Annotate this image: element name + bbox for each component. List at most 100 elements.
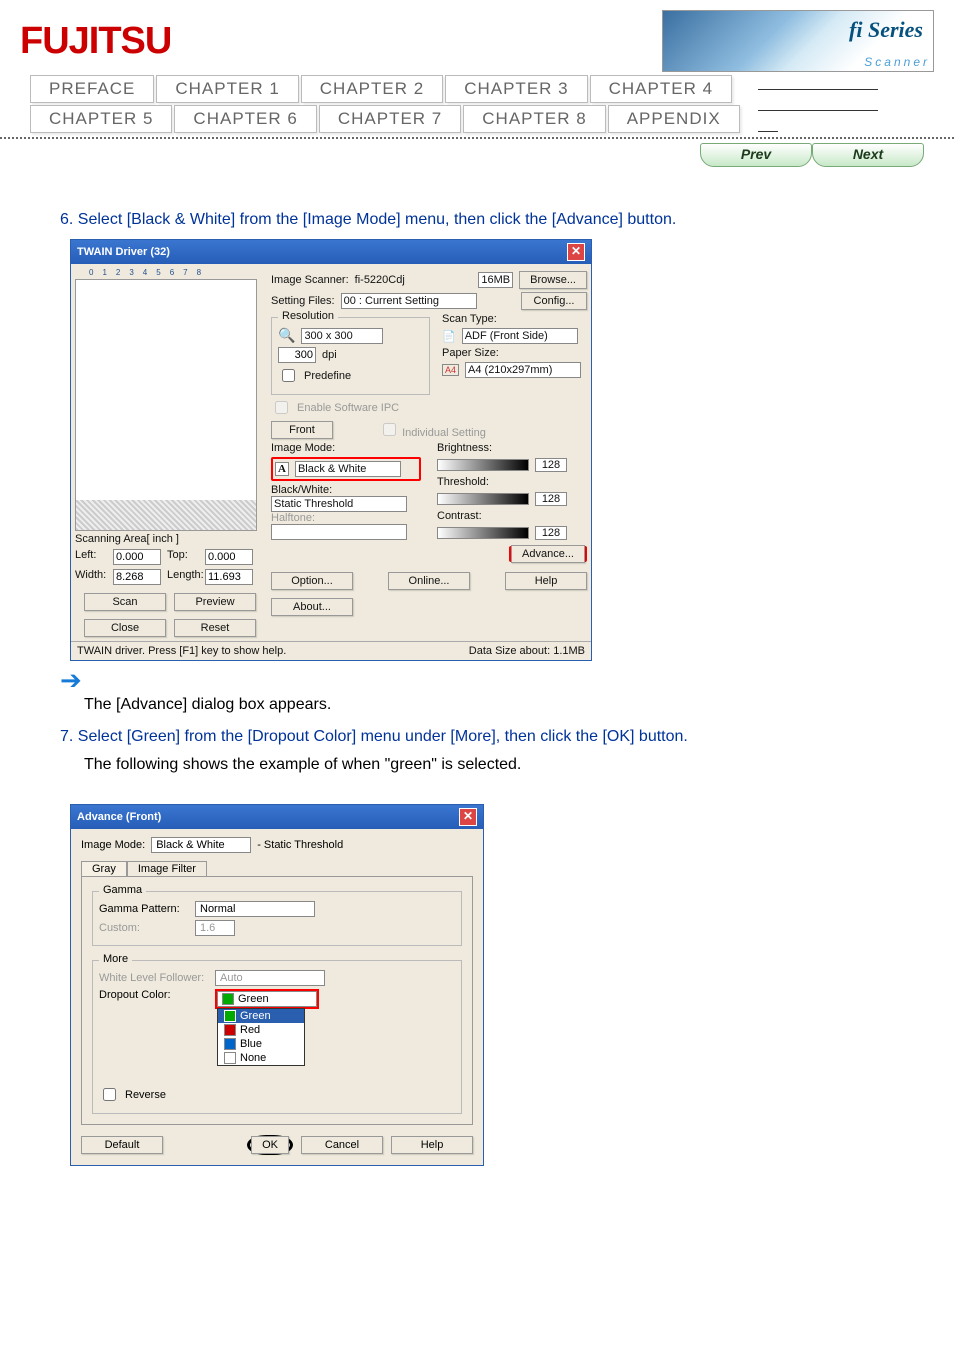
dd-option-green[interactable]: Green [218,1009,304,1023]
individual-checkbox [383,423,396,436]
width-input[interactable] [113,569,161,585]
preview-button[interactable]: Preview [174,593,256,611]
contrast-slider[interactable] [437,527,529,539]
more-group-title: More [99,953,132,965]
nav-chapter3[interactable]: CHAPTER 3 [445,75,587,103]
step-7-text: 7. Select [Green] from the [Dropout Colo… [60,728,894,746]
length-label: Length: [167,569,199,585]
tab-image-filter[interactable]: Image Filter [127,861,207,876]
paper-size-label: Paper Size: [442,347,499,359]
option-button[interactable]: Option... [271,572,353,590]
nav-chapter8[interactable]: CHAPTER 8 [463,105,605,133]
gamma-pattern-select[interactable]: Normal [195,901,315,917]
brightness-value[interactable]: 128 [535,458,567,472]
advance-button[interactable]: Advance... [511,545,585,563]
length-input[interactable] [205,569,253,585]
close-button[interactable]: Close [84,619,166,637]
nav-chapter5[interactable]: CHAPTER 5 [30,105,172,133]
bw-select[interactable]: Static Threshold [271,496,407,512]
banner-series: fi Series [849,17,923,43]
resolution-select[interactable]: 300 x 300 [301,328,383,344]
width-label: Width: [75,569,107,585]
separator [0,137,954,139]
data-size-label: Data Size about: [469,645,550,657]
nav-chapter4[interactable]: CHAPTER 4 [590,75,732,103]
dd-option-none[interactable]: None [218,1051,304,1065]
default-button[interactable]: Default [81,1136,163,1154]
nav-row-2: CHAPTER 5 CHAPTER 6 CHAPTER 7 CHAPTER 8 … [30,105,740,133]
nav-chapter2[interactable]: CHAPTER 2 [301,75,443,103]
toc-link-3[interactable] [758,117,778,132]
brightness-slider[interactable] [437,459,529,471]
memory-display: 16MB [478,272,513,288]
dd-option-blue[interactable]: Blue [218,1037,304,1051]
online-button[interactable]: Online... [388,572,470,590]
adv-image-mode-select[interactable]: Black & White [151,837,251,853]
setting-files-select[interactable]: 00 : Current Setting [341,293,477,309]
static-threshold-text: - Static Threshold [257,839,343,851]
halftone-select [271,524,407,540]
scan-button[interactable]: Scan [84,593,166,611]
setting-files-label: Setting Files: [271,295,335,307]
individual-label: Individual Setting [402,427,486,439]
brightness-label: Brightness: [437,442,492,454]
adv-image-mode-label: Image Mode: [81,839,145,851]
nav-chapter6[interactable]: CHAPTER 6 [174,105,316,133]
enable-ipc-checkbox [275,401,288,414]
predefine-checkbox[interactable] [282,369,295,382]
tab-gray[interactable]: Gray [81,861,127,876]
image-mode-label: Image Mode: [271,442,335,454]
toc-link-2[interactable] [758,96,878,111]
status-help-text: TWAIN driver. Press [F1] key to show hel… [77,645,286,657]
prev-button[interactable]: Prev [700,143,812,167]
scan-type-select[interactable]: ADF (Front Side) [462,328,578,344]
ok-button[interactable]: OK [251,1136,289,1154]
threshold-label: Threshold: [437,476,489,488]
reverse-checkbox[interactable] [103,1088,116,1101]
help-button[interactable]: Help [505,572,587,590]
nav-chapter1[interactable]: CHAPTER 1 [156,75,298,103]
left-input[interactable] [113,549,161,565]
about-button[interactable]: About... [271,598,353,616]
nav-row-1: PREFACE CHAPTER 1 CHAPTER 2 CHAPTER 3 CH… [30,75,740,103]
nav-appendix[interactable]: APPENDIX [608,105,740,133]
nav-chapter7[interactable]: CHAPTER 7 [319,105,461,133]
fujitsu-logo: FUJITSU [20,20,171,63]
close-icon[interactable]: ✕ [567,243,585,261]
dropout-dropdown: Green Red Blue None [217,1008,305,1066]
ruler-numbers: 012345678 [75,268,265,277]
cancel-button[interactable]: Cancel [301,1136,383,1154]
dd-option-red[interactable]: Red [218,1023,304,1037]
contrast-label: Contrast: [437,510,482,522]
scan-area-label: Scanning Area[ inch ] [75,533,265,545]
toc-link-1[interactable] [758,75,878,90]
custom-value: 1.6 [195,920,235,936]
dpi-input[interactable] [278,347,316,363]
brand-banner: fi Series Scanner [662,10,934,72]
twain-driver-screenshot: TWAIN Driver (32) ✕ 012345678 Scanning A… [70,239,592,661]
contrast-value[interactable]: 128 [535,526,567,540]
config-button[interactable]: Config... [521,292,587,310]
image-scanner-label: Image Scanner: [271,274,349,286]
wlf-label: White Level Follower: [99,972,209,984]
reset-button[interactable]: Reset [174,619,256,637]
image-mode-select[interactable]: Black & White [295,461,401,477]
adv-help-button[interactable]: Help [391,1136,473,1154]
top-input[interactable] [205,549,253,565]
front-tab[interactable]: Front [271,421,333,439]
paper-size-select[interactable]: A4 (210x297mm) [465,362,581,378]
browse-button[interactable]: Browse... [519,271,587,289]
preview-area [75,279,257,531]
threshold-value[interactable]: 128 [535,492,567,506]
nav-preface[interactable]: PREFACE [30,75,154,103]
reverse-label: Reverse [125,1089,166,1101]
close-icon[interactable]: ✕ [459,808,477,826]
next-button[interactable]: Next [812,143,924,167]
dropout-select[interactable]: Green [217,991,317,1007]
enable-ipc-label: Enable Software IPC [297,402,399,414]
threshold-slider[interactable] [437,493,529,505]
resolution-label: Resolution [278,310,338,322]
dropout-label: Dropout Color: [99,989,209,1001]
arrow-right-icon: ➔ [60,665,894,696]
bw-label: Black/White: [271,484,332,496]
